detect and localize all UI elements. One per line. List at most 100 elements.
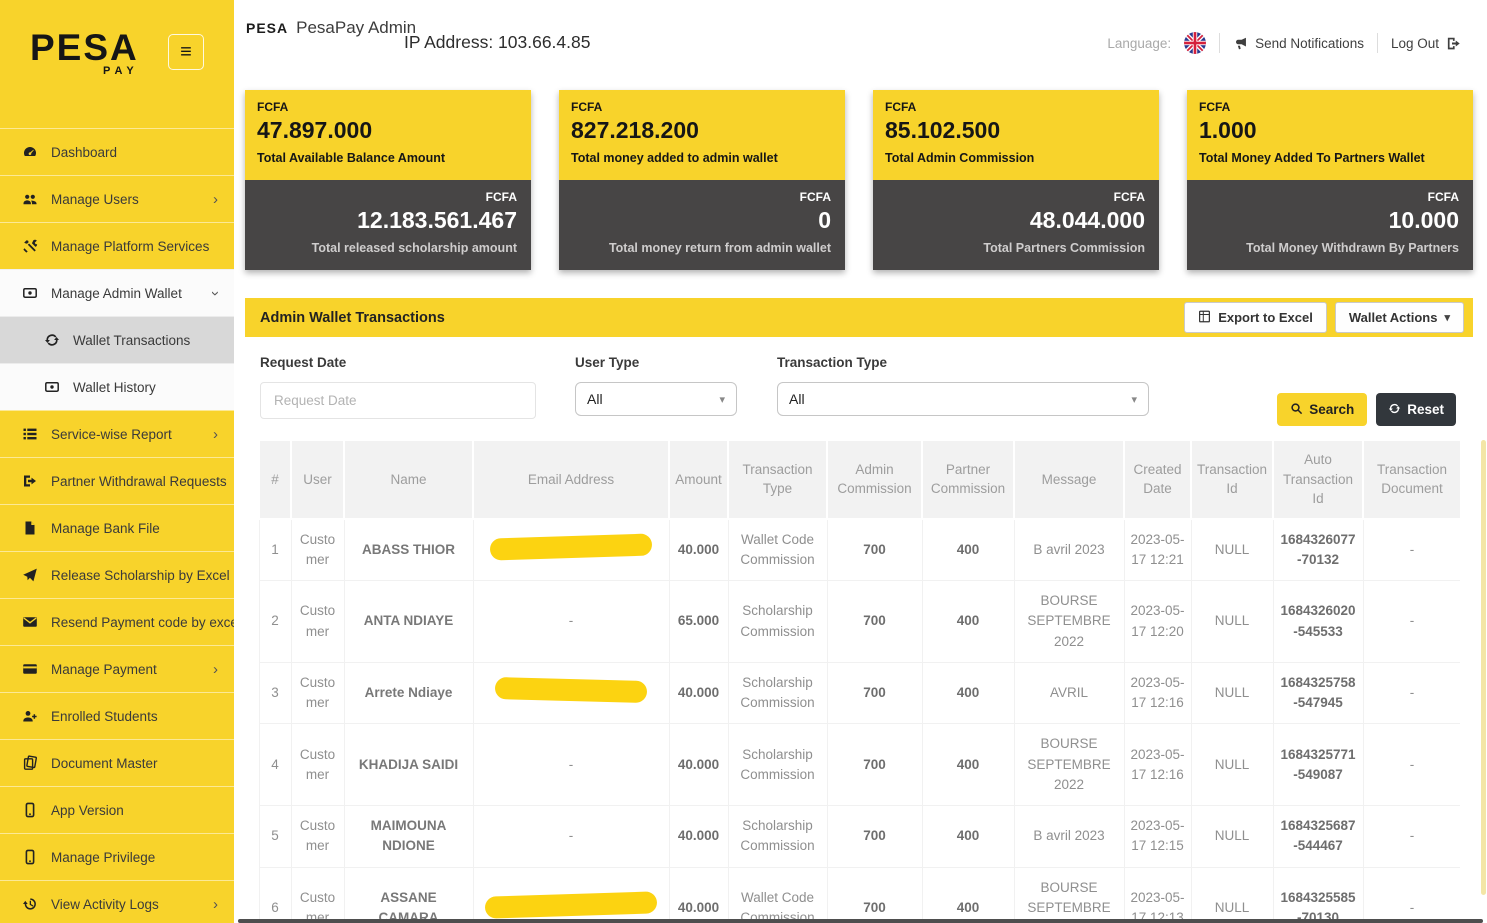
- sidebar-item-label: View Activity Logs: [51, 897, 159, 912]
- cell-tx-id: NULL: [1191, 519, 1273, 581]
- uk-flag-icon[interactable]: [1184, 32, 1206, 54]
- stat-label: Total money added to admin wallet: [571, 151, 833, 165]
- cell-user: Customer: [291, 724, 344, 806]
- sidebar-item-release-scholarship-by-excel[interactable]: Release Scholarship by Excel: [0, 551, 234, 598]
- currency-label: FCFA: [1199, 100, 1461, 114]
- sidebar-item-manage-bank-file[interactable]: Manage Bank File: [0, 504, 234, 551]
- cell-tx-id: NULL: [1191, 662, 1273, 724]
- cell-doc: -: [1363, 724, 1460, 806]
- transaction-type-label: Transaction Type: [777, 355, 1149, 370]
- cell-tx-type: Scholarship Commission: [728, 806, 827, 868]
- wallet-actions-label: Wallet Actions: [1349, 310, 1438, 325]
- sidebar-item-partner-withdrawal-requests[interactable]: Partner Withdrawal Requests: [0, 457, 234, 504]
- reset-button[interactable]: Reset: [1376, 393, 1456, 426]
- chevron-down-icon: ▾: [1444, 311, 1450, 324]
- sidebar-item-manage-admin-wallet[interactable]: Manage Admin Wallet ›: [0, 269, 234, 316]
- cell-name: ABASS THIOR: [344, 519, 473, 581]
- user-type-value: All: [587, 391, 603, 407]
- sidebar-item-dashboard[interactable]: Dashboard: [0, 128, 234, 175]
- stat-card-bottom: FCFA 12.183.561.467 Total released schol…: [245, 180, 531, 270]
- search-label: Search: [1309, 402, 1354, 417]
- stat-label: Total Admin Commission: [885, 151, 1147, 165]
- main-content: PESA PesaPay Admin IP Address: 103.66.4.…: [234, 0, 1487, 923]
- panel-header: Admin Wallet Transactions Export to Exce…: [245, 298, 1473, 337]
- stat-card-top: FCFA 827.218.200 Total money added to ad…: [559, 90, 845, 180]
- stat-card-commission: FCFA 85.102.500 Total Admin Commission F…: [873, 90, 1159, 270]
- chevron-down-icon: ›: [207, 291, 224, 296]
- currency-label: FCFA: [885, 100, 1147, 114]
- cell-name: Arrete Ndiaye: [344, 662, 473, 724]
- redaction-scribble: [495, 677, 648, 703]
- col-user: User: [291, 440, 344, 519]
- list-icon: [22, 426, 38, 442]
- cell-partner-comm: 400: [922, 806, 1014, 868]
- cell-name: ASSANE CAMARA: [344, 867, 473, 923]
- sidebar-item-resend-payment-code-by-excel[interactable]: Resend Payment code by excel: [0, 598, 234, 645]
- stat-card-bottom: FCFA 0 Total money return from admin wal…: [559, 180, 845, 270]
- user-type-select[interactable]: All ▾: [575, 382, 737, 416]
- log-out-button[interactable]: Log Out: [1391, 36, 1461, 51]
- sidebar-item-service-wise-report[interactable]: Service-wise Report ›: [0, 410, 234, 457]
- cell-auto-tx-id: 1684325758-547945: [1273, 662, 1363, 724]
- sidebar-item-enrolled-students[interactable]: Enrolled Students: [0, 692, 234, 739]
- sidebar-item-manage-privilege[interactable]: Manage Privilege: [0, 833, 234, 880]
- cell-admin-comm: 700: [827, 806, 922, 868]
- cell-user: Customer: [291, 581, 344, 663]
- cell-tx-type: Wallet Code Commission: [728, 519, 827, 581]
- cell-amount: 40.000: [669, 867, 728, 923]
- chevron-right-icon: ›: [213, 191, 218, 208]
- header-brand: PESA PesaPay Admin: [246, 18, 416, 38]
- sidebar-item-manage-users[interactable]: Manage Users ›: [0, 175, 234, 222]
- cell-email: -: [473, 806, 669, 868]
- col-admin-comm: Admin Commission: [827, 440, 922, 519]
- sidebar-item-label: Manage Privilege: [51, 850, 155, 865]
- wallet-actions-button[interactable]: Wallet Actions ▾: [1335, 302, 1464, 333]
- sidebar-item-label: Resend Payment code by excel: [51, 615, 234, 630]
- chevron-down-icon: ▾: [1131, 393, 1137, 406]
- refresh-icon: [44, 332, 60, 348]
- currency-label: FCFA: [887, 190, 1145, 204]
- hamburger-menu-icon[interactable]: ≡: [168, 34, 204, 70]
- cell-partner-comm: 400: [922, 867, 1014, 923]
- cell-doc: -: [1363, 519, 1460, 581]
- sidebar-item-manage-payment[interactable]: Manage Payment ›: [0, 645, 234, 692]
- search-icon: [1290, 402, 1303, 418]
- sidebar-item-manage-platform-services[interactable]: Manage Platform Services: [0, 222, 234, 269]
- stat-card-top: FCFA 47.897.000 Total Available Balance …: [245, 90, 531, 180]
- cell-message: B avril 2023: [1014, 806, 1124, 868]
- sidebar-item-label: Partner Withdrawal Requests: [51, 474, 227, 489]
- sidebar-item-wallet-transactions[interactable]: Wallet Transactions: [0, 316, 234, 363]
- cell-doc: -: [1363, 662, 1460, 724]
- currency-label: FCFA: [1201, 190, 1459, 204]
- sidebar-item-view-activity-logs[interactable]: View Activity Logs ›: [0, 880, 234, 923]
- sidebar-item-wallet-history[interactable]: Wallet History: [0, 363, 234, 410]
- send-notifications-button[interactable]: Send Notifications: [1233, 36, 1364, 51]
- tools-icon: [22, 238, 38, 254]
- user-type-filter: User Type All ▾: [575, 355, 737, 416]
- export-to-excel-button[interactable]: Export to Excel: [1184, 302, 1327, 333]
- search-button[interactable]: Search: [1277, 393, 1367, 426]
- transactions-table: # User Name Email Address Amount Transac…: [258, 439, 1460, 923]
- cell-tx-type: Scholarship Commission: [728, 581, 827, 663]
- transaction-type-select[interactable]: All ▾: [777, 382, 1149, 416]
- transaction-type-filter: Transaction Type All ▾: [777, 355, 1149, 416]
- stat-label: Total Available Balance Amount: [257, 151, 519, 165]
- sidebar-item-document-master[interactable]: Document Master: [0, 739, 234, 786]
- cell-admin-comm: 700: [827, 724, 922, 806]
- user-plus-icon: [22, 708, 38, 724]
- cell-auto-tx-id: 1684325585-70130: [1273, 867, 1363, 923]
- stat-value: 827.218.200: [571, 117, 833, 144]
- request-date-input[interactable]: [260, 382, 536, 419]
- header-divider: [1219, 33, 1220, 53]
- cell-message: BOURSE SEPTEMBRE 2022: [1014, 581, 1124, 663]
- col-created: Created Date: [1124, 440, 1191, 519]
- sidebar-menu: Dashboard Manage Users › Manage Platform…: [0, 128, 234, 923]
- sidebar: PESA PAY ≡ Dashboard Manage Users › Mana…: [0, 0, 234, 923]
- sidebar-item-app-version[interactable]: App Version: [0, 786, 234, 833]
- horizontal-scrollbar[interactable]: [238, 919, 1483, 923]
- vertical-scrollbar[interactable]: [1481, 440, 1486, 895]
- gauge-icon: [22, 144, 38, 160]
- wallet-icon: [22, 285, 38, 301]
- cell-message: BOURSE SEPTEMBRE 2022: [1014, 867, 1124, 923]
- cell-admin-comm: 700: [827, 581, 922, 663]
